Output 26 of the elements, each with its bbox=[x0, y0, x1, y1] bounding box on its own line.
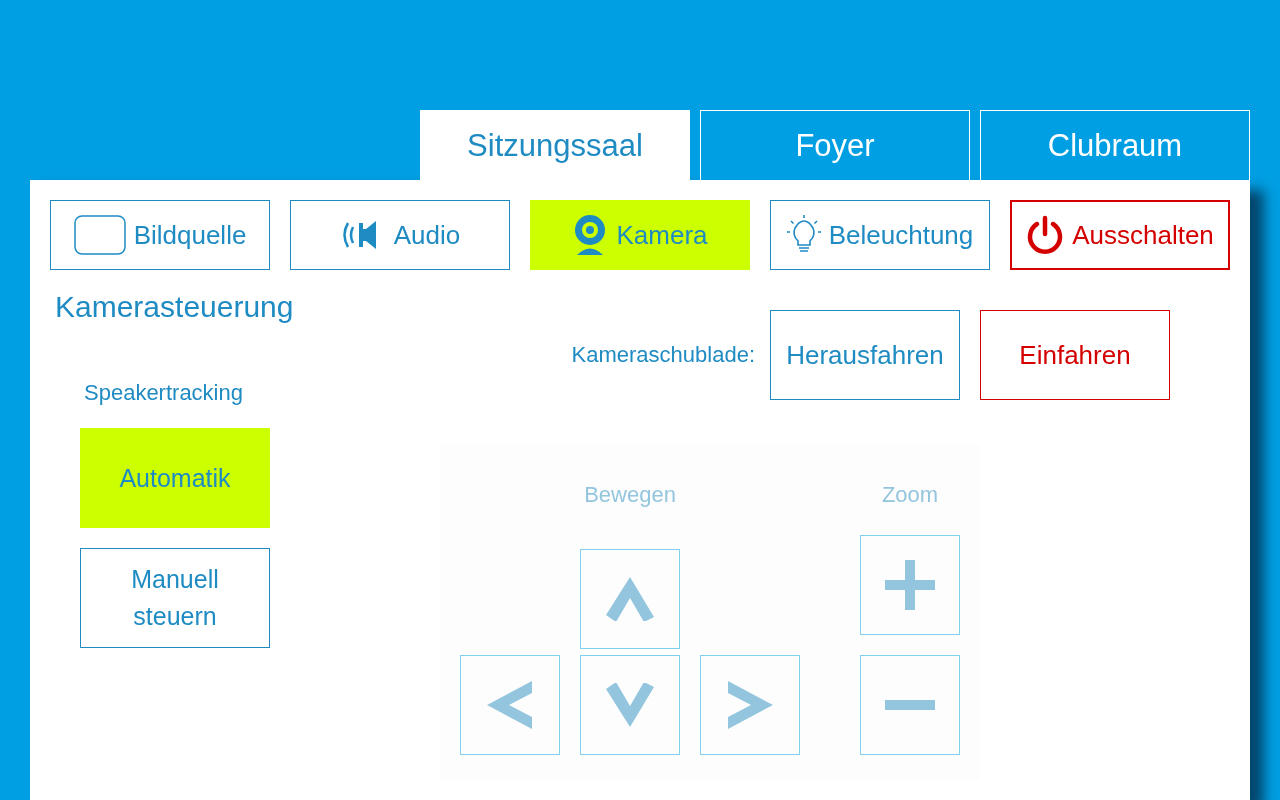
section-heading: Kamerasteuerung bbox=[55, 289, 294, 325]
drawer-button[interactable]: Einfahren bbox=[980, 310, 1170, 400]
right-chevron-icon bbox=[727, 681, 773, 729]
mode-button[interactable]: Automatik bbox=[80, 428, 270, 528]
down-chevron-icon bbox=[606, 683, 654, 727]
power-icon bbox=[1026, 215, 1065, 255]
menu-button[interactable]: Kamera bbox=[530, 200, 750, 270]
up-chevron-icon bbox=[606, 577, 654, 621]
drawer-button[interactable]: Herausfahren bbox=[770, 310, 960, 400]
room-tab[interactable]: Sitzungssaal bbox=[420, 110, 690, 180]
tracking-label: Speakertracking bbox=[84, 380, 243, 406]
menu-button[interactable]: Beleuchtung bbox=[770, 200, 990, 270]
move-label: Bewegen bbox=[583, 482, 677, 508]
screen-icon bbox=[73, 215, 126, 255]
room-tab[interactable]: Foyer bbox=[700, 110, 970, 180]
mode-button[interactable]: Manuell steuern bbox=[80, 548, 270, 648]
plus-icon bbox=[885, 560, 935, 610]
menu-button[interactable]: Bildquelle bbox=[50, 200, 270, 270]
left-chevron-icon bbox=[487, 681, 533, 729]
light-bulb-icon bbox=[786, 215, 821, 255]
drawer-label: Kameraschublade: bbox=[571, 342, 755, 368]
menu-button[interactable]: Audio bbox=[290, 200, 510, 270]
menu-button[interactable]: Ausschalten bbox=[1010, 200, 1230, 270]
zoom-label: Zoom bbox=[880, 482, 940, 508]
room-tab[interactable]: Clubraum bbox=[980, 110, 1250, 180]
minus-icon bbox=[885, 700, 935, 710]
